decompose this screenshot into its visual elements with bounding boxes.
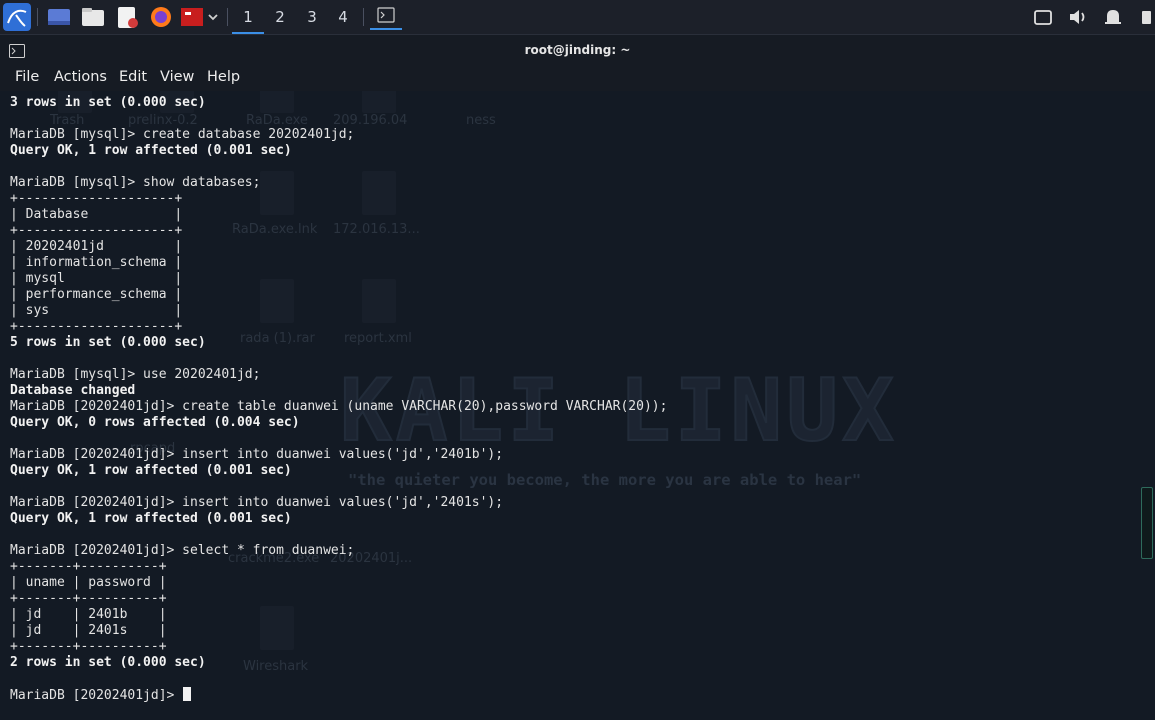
menu-edit[interactable]: Edit xyxy=(119,69,147,85)
menu-view[interactable]: View xyxy=(160,69,194,85)
terminal-line: | information_schema | xyxy=(10,255,183,270)
workspace-2-button[interactable]: 2 xyxy=(264,0,296,34)
scroll-indicator[interactable] xyxy=(1141,487,1153,559)
menu-help[interactable]: Help xyxy=(207,69,240,85)
terminal-line: MariaDB [mysql]> use 20202401jd; xyxy=(10,367,261,382)
terminal-line: | Database | xyxy=(10,207,183,222)
terminal-line: MariaDB [20202401jd]> select * from duan… xyxy=(10,543,355,558)
text-editor-icon[interactable] xyxy=(114,4,140,30)
terminal-line: MariaDB [20202401jd]> insert into duanwe… xyxy=(10,447,504,462)
terminal-line: Query OK, 1 row affected (0.001 sec) xyxy=(10,463,292,478)
file-manager-icon[interactable] xyxy=(80,4,106,30)
window-title: root@jinding: ~ xyxy=(524,43,631,57)
terminal-line: MariaDB [20202401jd]> insert into duanwe… xyxy=(10,495,504,510)
terminal-line: | 20202401jd | xyxy=(10,239,183,254)
terminal-line: Database changed xyxy=(10,383,136,398)
workspace-4-button[interactable]: 4 xyxy=(327,0,359,34)
panel-separator xyxy=(37,8,38,26)
panel-separator xyxy=(227,8,228,26)
terminal-line: 5 rows in set (0.000 sec) xyxy=(10,335,206,350)
window-titlebar[interactable]: root@jinding: ~ xyxy=(0,35,1155,65)
terminal-line: | jd | 2401b | xyxy=(10,607,167,622)
terminal-line: 3 rows in set (0.000 sec) xyxy=(10,95,206,110)
workspace-3-button[interactable]: 3 xyxy=(296,0,328,34)
power-icon[interactable] xyxy=(1136,4,1154,30)
terminal-line: MariaDB [mysql]> create database 2020240… xyxy=(10,127,355,142)
volume-icon[interactable] xyxy=(1065,4,1091,30)
terminal-line: +--------------------+ xyxy=(10,191,183,206)
terminal-prompt-line[interactable]: MariaDB [20202401jd]> xyxy=(10,687,667,703)
terminal-line: +--------------------+ xyxy=(10,319,183,334)
terminal-line: | sys | xyxy=(10,303,183,318)
terminal-line: | jd | 2401s | xyxy=(10,623,167,638)
terminal-line: +-------+----------+ xyxy=(10,591,167,606)
terminal-output-area[interactable]: Trash prelinx-0.2 RaDa.exe 209.196.04 ne… xyxy=(0,91,1155,720)
workspace-1-button[interactable]: 1 xyxy=(232,0,264,34)
terminal-line: Query OK, 0 rows affected (0.004 sec) xyxy=(10,415,300,430)
panel-separator xyxy=(363,8,364,26)
menu-actions[interactable]: Actions xyxy=(54,69,107,85)
terminal-line: | performance_schema | xyxy=(10,287,183,302)
text-cursor xyxy=(183,687,192,701)
menu-bar: File Actions Edit View Help xyxy=(0,65,1155,91)
terminal-line: MariaDB [20202401jd]> create table duanw… xyxy=(10,399,668,414)
terminal-line: MariaDB [mysql]> show databases; xyxy=(10,175,261,190)
terminal-lines: 3 rows in set (0.000 sec) MariaDB [mysql]… xyxy=(10,95,667,703)
terminal-line: Query OK, 1 row affected (0.001 sec) xyxy=(10,511,292,526)
terminal-line: | uname | password | xyxy=(10,575,167,590)
terminal-line: Query OK, 1 row affected (0.001 sec) xyxy=(10,143,292,158)
terminal-prompt: MariaDB [20202401jd]> xyxy=(10,688,183,703)
terminal-line: +-------+----------+ xyxy=(10,559,167,574)
terminal-line: 2 rows in set (0.000 sec) xyxy=(10,655,206,670)
terminal-line: +--------------------+ xyxy=(10,223,183,238)
firefox-icon[interactable] xyxy=(148,4,174,30)
top-panel: 1 2 3 4 xyxy=(0,0,1155,35)
terminal-task-button[interactable] xyxy=(370,0,402,30)
window-list-icon[interactable] xyxy=(1030,4,1056,30)
menu-file[interactable]: File xyxy=(15,69,39,85)
terminal-line: +-------+----------+ xyxy=(10,639,167,654)
terminal-line: | mysql | xyxy=(10,271,183,286)
show-desktop-icon[interactable] xyxy=(46,4,72,30)
kali-menu-icon[interactable] xyxy=(3,3,31,31)
dropdown-chevron-icon[interactable] xyxy=(205,4,221,30)
screenshot-tool-icon[interactable] xyxy=(180,4,206,30)
notification-bell-icon[interactable] xyxy=(1100,4,1126,30)
